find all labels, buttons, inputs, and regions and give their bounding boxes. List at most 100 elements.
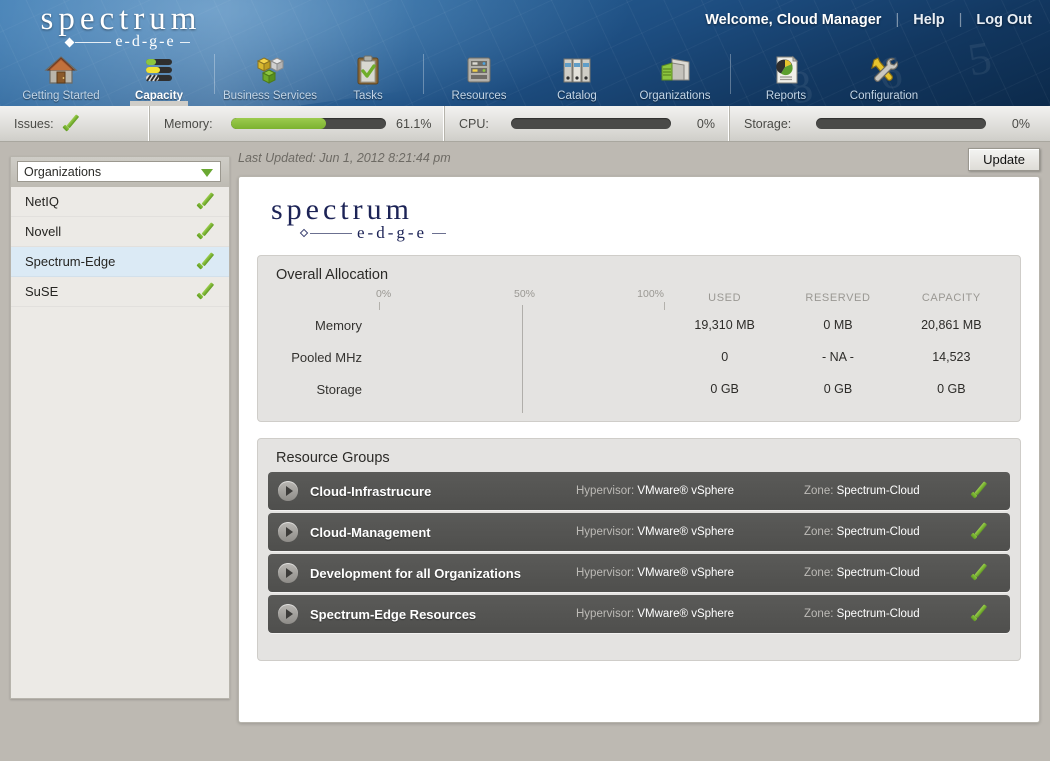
capacity-bars-icon	[142, 54, 176, 86]
overall-allocation-card: Overall Allocation 0% 50% 100% USED RESE…	[257, 255, 1021, 422]
column-header-reserved: RESERVED	[805, 292, 871, 304]
update-button[interactable]: Update	[968, 148, 1040, 171]
scale-label-0: 0%	[376, 288, 392, 300]
main-navigation: Getting Started Capacity Business Servic…	[0, 44, 1050, 106]
binders-icon	[560, 54, 594, 86]
link-separator-1: |	[895, 12, 900, 28]
sidebar-item-novell[interactable]: Novell	[11, 217, 229, 247]
resource-group-status	[964, 606, 998, 622]
allocation-used-value: 0 GB	[710, 382, 739, 396]
nav-item-getting-started[interactable]: Getting Started	[12, 48, 110, 106]
memory-progress-fill	[230, 118, 326, 129]
nav-item-configuration[interactable]: Configuration	[835, 48, 933, 106]
help-link[interactable]: Help	[913, 12, 944, 28]
allocation-row: Storage 0 GB 0 GB 0 GB	[270, 373, 1008, 405]
nav-label: Tasks	[353, 90, 383, 102]
resource-group-row[interactable]: Development for all Organizations Hypervi…	[268, 554, 1010, 592]
zone-label: Zone:	[804, 608, 837, 620]
resource-group-name: Development for all Organizations	[310, 565, 521, 581]
nav-label: Business Services	[223, 90, 317, 102]
sidebar-item-netiq[interactable]: NetIQ	[11, 187, 229, 217]
resource-group-status	[964, 565, 998, 581]
zone-value: Spectrum-Cloud	[836, 567, 920, 579]
app-logo-word: spectrum	[40, 1, 202, 37]
allocation-row-label: Memory	[315, 317, 362, 333]
sidebar-item-spectrum-edge[interactable]: Spectrum-Edge	[11, 247, 229, 277]
allocation-grid: 0% 50% 100% USED RESERVED CAPACITY Memor…	[258, 287, 1020, 421]
memory-progress-bar	[230, 118, 386, 129]
nav-item-organizations[interactable]: Organizations	[626, 48, 724, 106]
nav-item-reports[interactable]: Reports	[737, 48, 835, 106]
allocation-row-label: Pooled MHz	[291, 349, 362, 365]
green-check-icon	[198, 254, 217, 270]
cubes-icon	[253, 54, 287, 86]
resource-group-hypervisor: Hypervisor: VMware® vSphere	[576, 526, 804, 538]
nav-item-business-services[interactable]: Business Services	[221, 48, 319, 106]
app-header: 8 6 5 spectrum e-d-g-e Welcome, Cloud Ma…	[0, 0, 1050, 106]
resource-groups-list: Cloud-Infrastrucure Hypervisor: VMware® v…	[258, 470, 1020, 658]
allocation-row: Memory 19,310 MB 0 MB 20,861 MB	[270, 309, 1008, 341]
page-toolbar: Last Updated: Jun 1, 2012 8:21:44 pm Upd…	[238, 148, 1042, 174]
organizations-selector[interactable]: Organizations	[17, 161, 221, 182]
content-brand-subword: e-d-g-e	[357, 223, 428, 242]
scale-label-50: 50%	[514, 288, 536, 300]
resource-group-zone: Zone: Spectrum-Cloud	[804, 608, 964, 620]
nav-label: Resources	[451, 90, 507, 102]
expand-arrow-icon[interactable]	[278, 563, 298, 583]
nav-item-capacity[interactable]: Capacity	[110, 48, 208, 106]
allocation-row: Pooled MHz 0 - NA - 14,523	[270, 341, 1008, 373]
resource-group-hypervisor: Hypervisor: VMware® vSphere	[576, 567, 804, 579]
nav-label: Getting Started	[22, 90, 100, 102]
allocation-reserved-value: - NA -	[822, 350, 854, 364]
content-brand-word: spectrum	[271, 193, 413, 226]
buildings-icon	[658, 54, 692, 86]
allocation-reserved-value: 0 GB	[823, 382, 853, 396]
sidebar-item-suse[interactable]: SuSE	[11, 277, 229, 307]
server-rack-icon	[462, 54, 496, 86]
column-header-used: USED	[708, 292, 742, 304]
hypervisor-value: VMware® vSphere	[637, 526, 735, 538]
resource-group-name: Cloud-Infrastrucure	[310, 483, 432, 499]
nav-label: Reports	[765, 90, 807, 102]
zone-label: Zone:	[804, 567, 837, 579]
nav-item-catalog[interactable]: Catalog	[528, 48, 626, 106]
resource-group-row[interactable]: Spectrum-Edge Resources Hypervisor: VMwar…	[268, 595, 1010, 633]
nav-item-resources[interactable]: Resources	[430, 48, 528, 106]
resource-group-zone: Zone: Spectrum-Cloud	[804, 526, 964, 538]
resource-group-row[interactable]: Cloud-Infrastrucure Hypervisor: VMware® v…	[268, 472, 1010, 510]
cpu-progress-bar	[510, 118, 671, 129]
hypervisor-label: Hypervisor:	[576, 526, 638, 538]
expand-arrow-icon[interactable]	[278, 604, 298, 624]
memory-percent: 61.1%	[396, 116, 432, 131]
chevron-down-icon	[201, 169, 213, 177]
green-check-icon	[972, 483, 991, 499]
sidebar-panel: Organizations NetIQ Novell Spectrum-Edge Su…	[10, 156, 230, 699]
resource-group-zone: Zone: Spectrum-Cloud	[804, 567, 964, 579]
content-brand-rule	[310, 232, 352, 234]
green-check-icon	[972, 524, 991, 540]
logout-link[interactable]: Log Out	[976, 12, 1032, 28]
column-header-capacity: CAPACITY	[921, 292, 981, 304]
status-memory: Memory: 61.1%	[150, 106, 445, 141]
nav-label: Configuration	[849, 90, 919, 102]
cpu-label: CPU:	[459, 116, 489, 131]
allocation-rows: Memory 19,310 MB 0 MB 20,861 MB Pooled MHz 0 -…	[270, 305, 1008, 413]
nav-item-tasks[interactable]: Tasks	[319, 48, 417, 106]
green-check-icon	[198, 194, 217, 210]
header-links: Welcome, Cloud Manager | Help | Log Out	[705, 12, 1032, 28]
issues-label: Issues:	[14, 116, 54, 131]
expand-arrow-icon[interactable]	[278, 522, 298, 542]
storage-label: Storage:	[744, 116, 792, 131]
status-storage: Storage: 0%	[730, 106, 1050, 141]
status-cpu: CPU: 0%	[445, 106, 730, 141]
storage-progress-bar	[816, 118, 986, 129]
storage-percent: 0%	[1011, 116, 1030, 131]
resource-group-row[interactable]: Cloud-Management Hypervisor: VMware® vSph…	[268, 513, 1010, 551]
expand-arrow-icon[interactable]	[278, 481, 298, 501]
wrench-screwdriver-icon	[867, 54, 901, 86]
green-check-icon	[972, 606, 991, 622]
allocation-used-value: 0	[721, 350, 729, 364]
green-check-icon	[198, 224, 217, 240]
sidebar-item-label: Novell	[25, 224, 62, 239]
hypervisor-label: Hypervisor:	[576, 608, 638, 620]
